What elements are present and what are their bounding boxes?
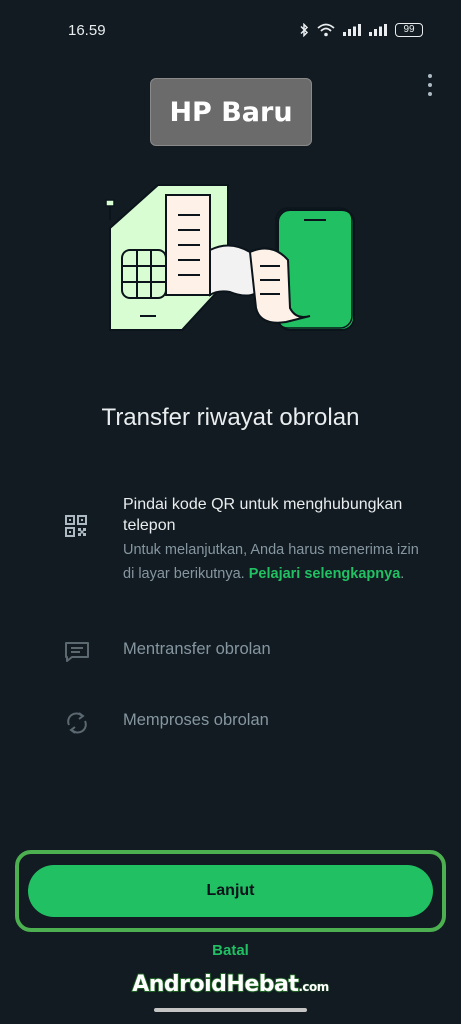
gesture-bar[interactable]: [154, 1008, 307, 1012]
signal-icon: [369, 24, 387, 36]
bluetooth-icon: [300, 23, 309, 37]
continue-button[interactable]: Lanjut: [28, 865, 433, 917]
status-bar: 16.59 99: [0, 0, 461, 60]
battery-icon: 99: [395, 23, 423, 37]
wifi-icon: [317, 23, 335, 37]
watermark-logo: AndroidHebat.com: [0, 971, 461, 998]
step-scan-qr-text: Pindai kode QR untuk menghubungkan telep…: [123, 494, 423, 586]
step-transfer-chats-label: Mentransfer obrolan: [123, 640, 271, 658]
signal-icon: [343, 24, 361, 36]
watermark-suffix: .com: [298, 980, 329, 994]
learn-more-suffix: .: [400, 566, 405, 582]
sync-icon: [67, 712, 87, 734]
watermark-main: AndroidHebat: [131, 971, 299, 998]
chat-transfer-icon: [65, 642, 89, 662]
step-process-chats-label: Memproses obrolan: [123, 711, 269, 729]
qr-code-icon: [65, 515, 87, 537]
status-icons: 99: [299, 23, 423, 37]
transfer-illustration: [105, 184, 355, 331]
more-vert-icon[interactable]: [421, 72, 439, 98]
learn-more-link[interactable]: Pelajari selengkapnya: [249, 566, 401, 582]
status-time: 16.59: [68, 21, 106, 39]
hp-baru-badge: HP Baru: [150, 78, 312, 146]
step-scan-qr-description: Untuk melanjutkan, Anda harus menerima i…: [123, 538, 423, 586]
step-scan-qr-heading: Pindai kode QR untuk menghubungkan telep…: [123, 496, 403, 534]
page-title: Transfer riwayat obrolan: [101, 404, 360, 431]
cancel-button[interactable]: Batal: [0, 942, 461, 959]
